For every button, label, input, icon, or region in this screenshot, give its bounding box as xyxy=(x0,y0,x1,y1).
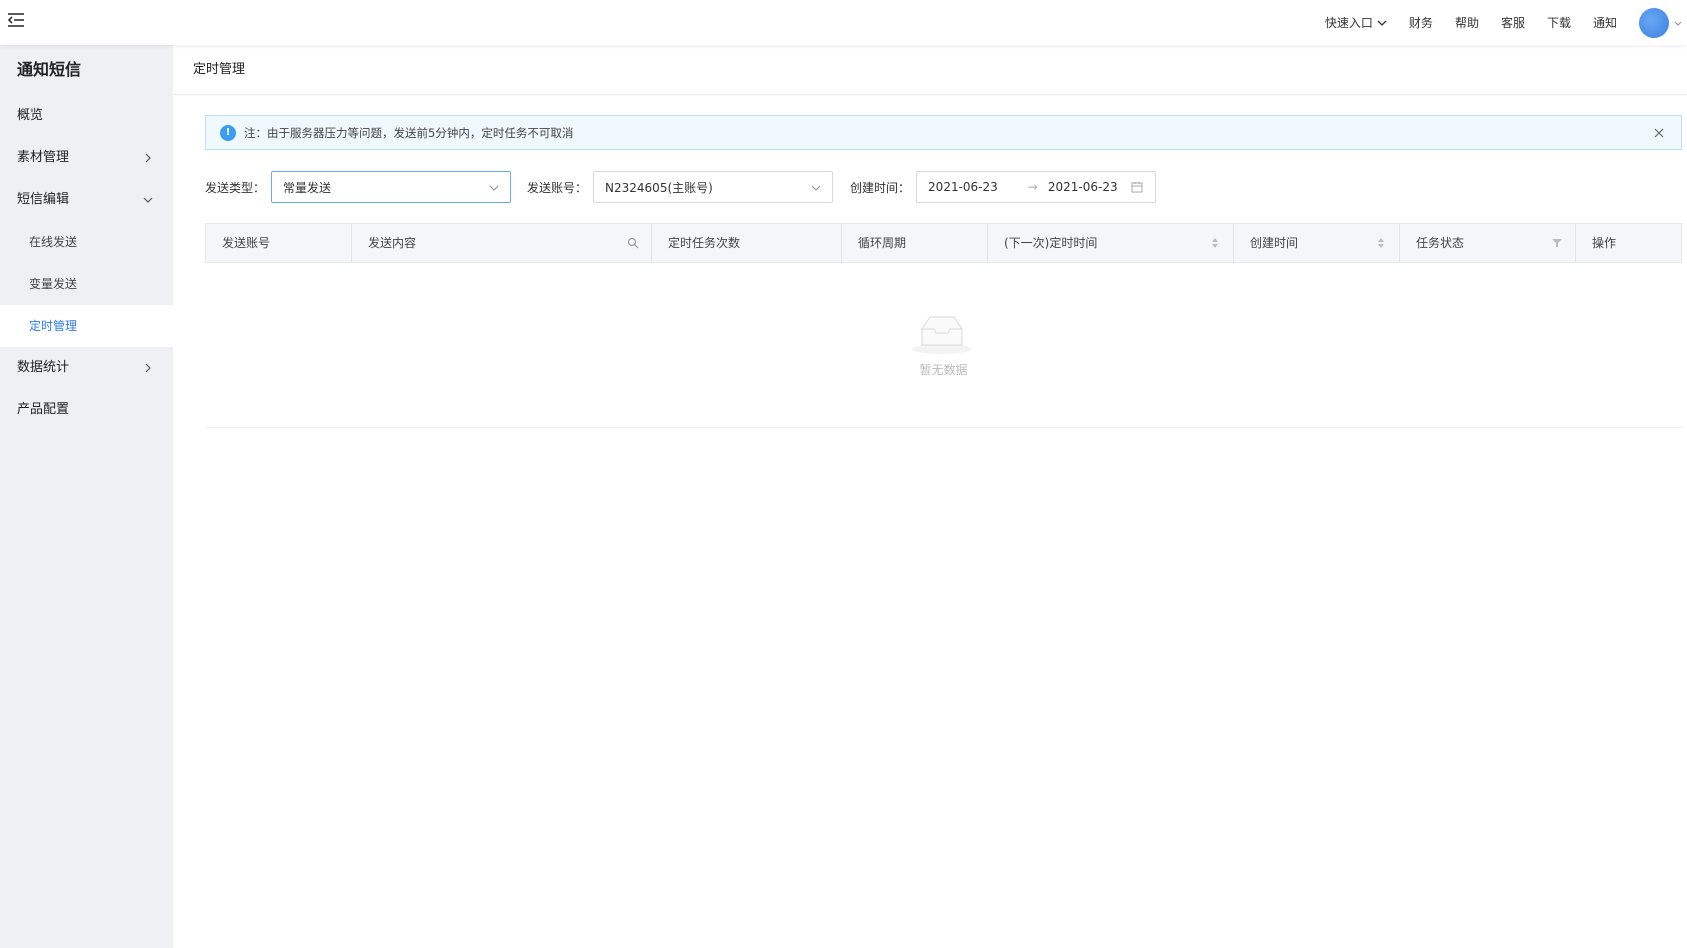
column-label: 发送账号 xyxy=(222,236,271,250)
quick-entry-menu[interactable]: 快速入口 xyxy=(1325,14,1387,31)
column-header-actions: 操作 xyxy=(1576,224,1681,262)
column-label: 发送内容 xyxy=(368,236,417,250)
top-bar: 快速入口 财务 帮助 客服 下载 通知 xyxy=(0,0,1687,45)
date-range-picker[interactable]: 2021-06-23 → 2021-06-23 xyxy=(916,171,1157,203)
sort-icon[interactable] xyxy=(1209,237,1221,249)
column-label: 操作 xyxy=(1592,236,1617,250)
filter-bar: 发送类型： 常量发送 发送账号： N2324605(主账号) 创建时间： 202… xyxy=(205,171,1157,203)
nav-finance[interactable]: 财务 xyxy=(1409,14,1433,31)
nav-customer-service[interactable]: 客服 xyxy=(1501,14,1525,31)
sidebar-item-label: 素材管理 xyxy=(17,150,70,165)
column-header-account: 发送账号 xyxy=(206,224,352,262)
search-icon[interactable] xyxy=(627,237,639,249)
menu-fold-icon[interactable] xyxy=(6,10,26,30)
send-type-value: 常量发送 xyxy=(283,180,332,195)
quick-entry-label: 快速入口 xyxy=(1324,16,1373,30)
date-start[interactable]: 2021-06-23 xyxy=(928,180,998,194)
sidebar-item-sms-edit[interactable]: 短信编辑 xyxy=(0,179,173,221)
nav-notifications[interactable]: 通知 xyxy=(1593,14,1617,31)
send-type-label: 发送类型： xyxy=(205,180,266,195)
chevron-down-icon xyxy=(1377,20,1387,26)
empty-state: 暂无数据 xyxy=(205,263,1682,428)
main-content: 定时管理 ! 注：由于服务器压力等问题，发送前5分钟内，定时任务不可取消 发送类… xyxy=(173,45,1687,948)
empty-inbox-icon xyxy=(912,316,972,354)
column-header-content: 发送内容 xyxy=(352,224,652,262)
sort-icon[interactable] xyxy=(1375,237,1387,249)
column-header-status: 任务状态 xyxy=(1400,224,1576,262)
column-label: 定时任务次数 xyxy=(668,236,741,250)
column-header-task-count: 定时任务次数 xyxy=(652,224,842,262)
top-nav: 快速入口 财务 帮助 客服 下载 通知 xyxy=(1325,0,1687,45)
account-label: 发送账号： xyxy=(527,180,588,195)
chevron-down-icon xyxy=(811,185,821,191)
filter-icon[interactable] xyxy=(1551,237,1563,249)
column-label: 创建时间 xyxy=(1250,236,1299,250)
chevron-down-icon xyxy=(489,185,499,191)
column-label: 循环周期 xyxy=(858,236,907,250)
app-title: 通知短信 xyxy=(17,60,82,79)
account-value: N2324605(主账号) xyxy=(605,180,713,195)
empty-text: 暂无数据 xyxy=(919,363,968,377)
send-type-select[interactable]: 常量发送 xyxy=(271,171,512,203)
sidebar: 通知短信 概览 素材管理 短信编辑 在线发送 变量发送 定时管理 数据统计 产品… xyxy=(0,45,173,948)
sidebar-item-materials[interactable]: 素材管理 xyxy=(0,137,173,179)
account-select[interactable]: N2324605(主账号) xyxy=(593,171,834,203)
sidebar-item-variable-send[interactable]: 变量发送 xyxy=(0,263,173,305)
nav-download[interactable]: 下载 xyxy=(1547,14,1571,31)
avatar[interactable] xyxy=(1639,7,1669,38)
caret-down-icon[interactable] xyxy=(1673,18,1683,28)
created-time-label: 创建时间： xyxy=(850,180,911,195)
calendar-icon xyxy=(1131,182,1143,193)
sidebar-item-online-send[interactable]: 在线发送 xyxy=(0,221,173,263)
sidebar-item-label: 数据统计 xyxy=(17,360,70,375)
column-header-next-time[interactable]: (下一次)定时时间 xyxy=(988,224,1234,262)
sidebar-item-label: 产品配置 xyxy=(17,402,70,417)
sidebar-item-scheduled[interactable]: 定时管理 xyxy=(0,305,173,347)
chevron-down-icon xyxy=(143,197,153,203)
close-icon[interactable] xyxy=(1653,127,1665,139)
notice-alert: ! 注：由于服务器压力等问题，发送前5分钟内，定时任务不可取消 xyxy=(205,115,1682,150)
sidebar-item-statistics[interactable]: 数据统计 xyxy=(0,347,173,389)
column-label: 任务状态 xyxy=(1416,236,1465,250)
page-title: 定时管理 xyxy=(173,45,1687,95)
arrow-right-icon: → xyxy=(1027,180,1038,194)
alert-text: 注：由于服务器压力等问题，发送前5分钟内，定时任务不可取消 xyxy=(244,125,574,140)
chevron-right-icon xyxy=(145,363,151,373)
info-icon: ! xyxy=(220,124,236,141)
nav-help[interactable]: 帮助 xyxy=(1455,14,1479,31)
chevron-right-icon xyxy=(145,153,151,163)
sidebar-item-label: 概览 xyxy=(17,108,44,123)
sidebar-item-label: 短信编辑 xyxy=(17,192,70,207)
column-label: (下一次)定时时间 xyxy=(1004,236,1098,250)
table-header: 发送账号 发送内容 定时任务次数 循环周期 (下一次)定时时间 创建时间 任务状… xyxy=(205,223,1682,263)
column-header-created-time[interactable]: 创建时间 xyxy=(1234,224,1400,262)
date-end[interactable]: 2021-06-23 xyxy=(1048,180,1118,194)
schedule-table: 发送账号 发送内容 定时任务次数 循环周期 (下一次)定时时间 创建时间 任务状… xyxy=(205,223,1682,428)
sidebar-item-product-config[interactable]: 产品配置 xyxy=(0,389,173,431)
sidebar-item-overview[interactable]: 概览 xyxy=(0,95,173,137)
column-header-cycle: 循环周期 xyxy=(842,224,988,262)
